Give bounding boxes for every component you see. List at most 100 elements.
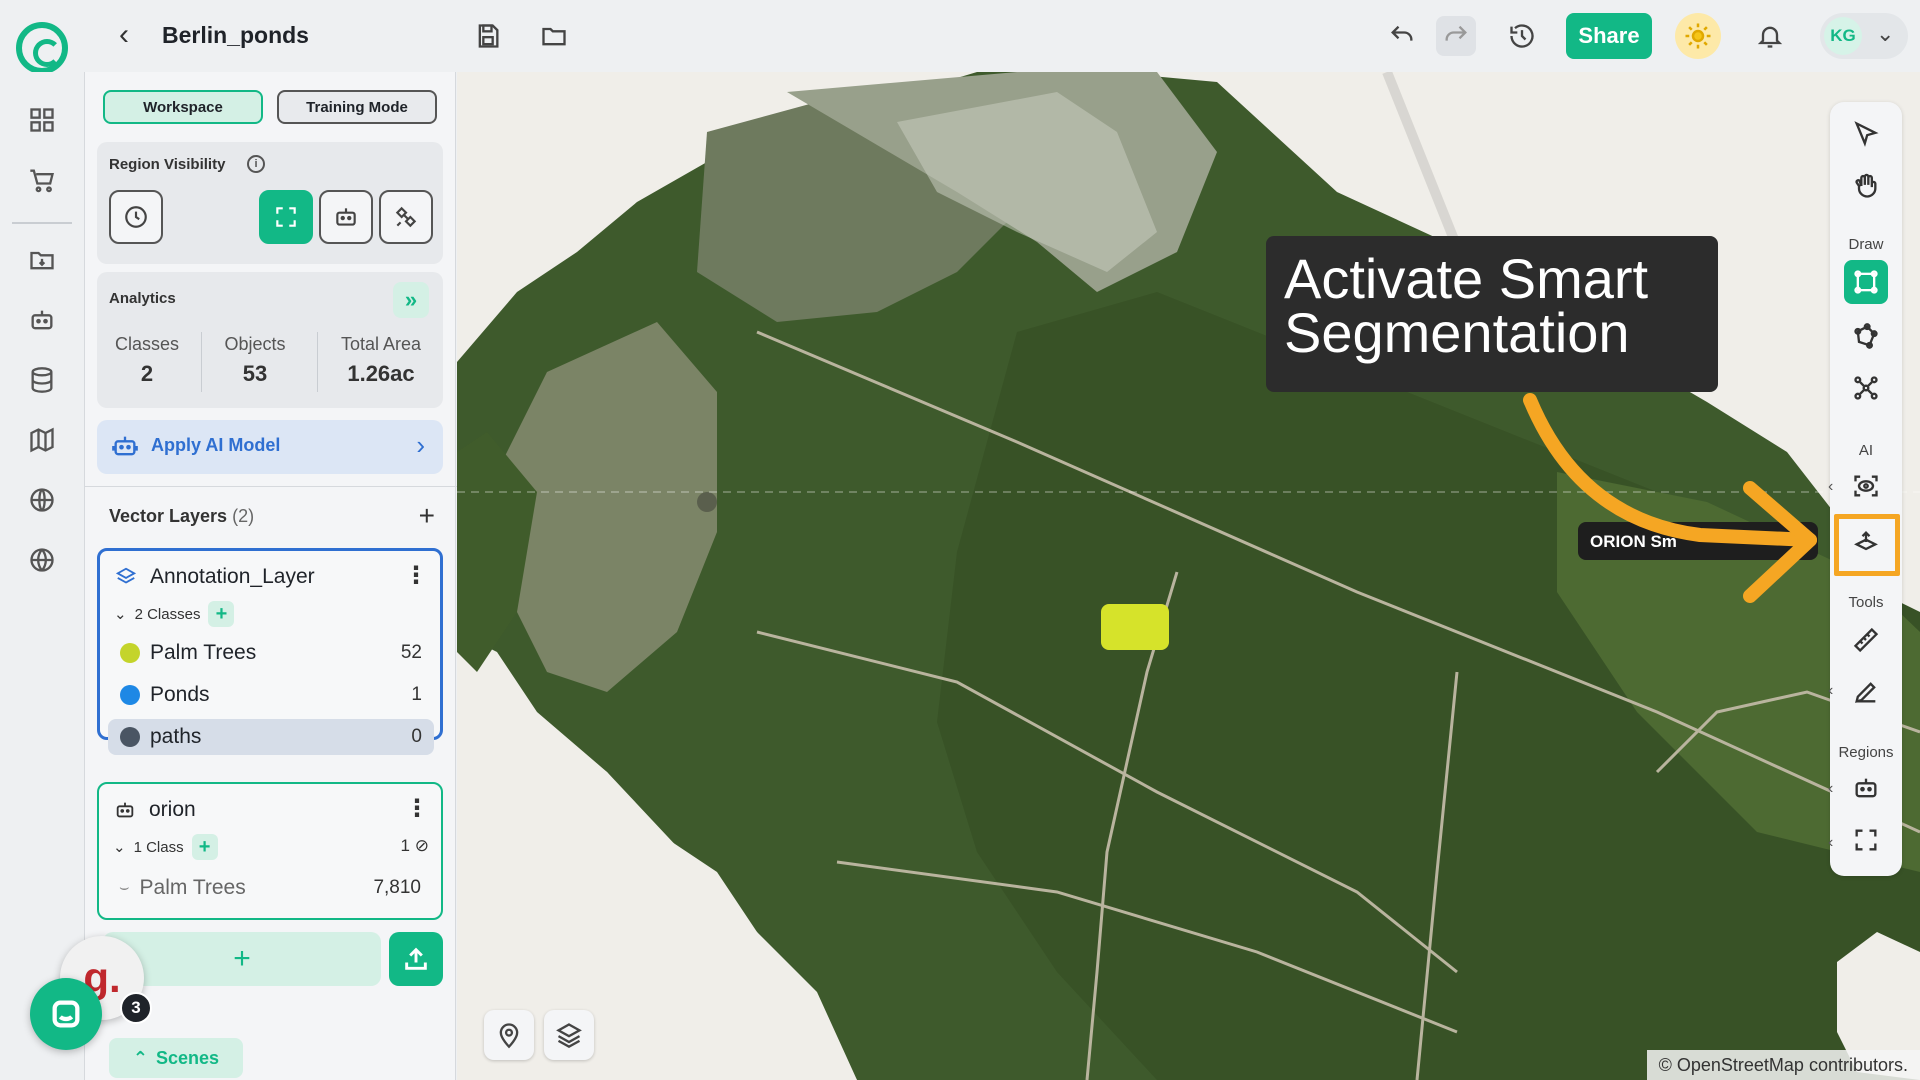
ai-region-button[interactable] xyxy=(319,190,373,244)
info-icon[interactable]: i xyxy=(247,155,265,173)
share-button[interactable]: Share xyxy=(1566,13,1652,59)
map-attribution: © OpenStreetMap contributors. xyxy=(1646,1050,1920,1080)
apply-ai-label: Apply AI Model xyxy=(151,435,281,455)
add-button[interactable]: + xyxy=(103,932,381,986)
app-logo[interactable] xyxy=(16,22,68,74)
layer-card-orion[interactable]: orion ⋮ ⌄ 1 Class + 1 ⊘ ⌣ Palm Trees 7,8… xyxy=(97,782,443,920)
cart-nav[interactable] xyxy=(22,160,62,200)
maps-nav[interactable] xyxy=(22,420,62,460)
location-button[interactable] xyxy=(484,1010,534,1060)
objects-value: 53 xyxy=(242,361,268,386)
classes-toggle[interactable]: ⌄ 1 Class + xyxy=(113,834,218,860)
stat-divider xyxy=(317,332,318,392)
region-visibility-card: Region Visibility i xyxy=(97,142,443,264)
rectangle-tool-button[interactable] xyxy=(1844,260,1888,304)
save-button[interactable] xyxy=(468,16,508,56)
redo-button[interactable] xyxy=(1436,16,1476,56)
history-button[interactable] xyxy=(1502,16,1542,56)
dashboard-nav[interactable] xyxy=(22,100,62,140)
hidden-count-value: 1 xyxy=(400,836,411,855)
classes-stat: Classes 2 xyxy=(107,334,187,387)
more-options-icon[interactable]: ⋮ xyxy=(404,561,428,590)
class-row[interactable]: Ponds 1 xyxy=(108,677,434,713)
class-count: 1 xyxy=(411,684,422,705)
add-layer-button[interactable]: + xyxy=(419,500,435,532)
chevron-left-icon[interactable]: ‹ xyxy=(1828,834,1833,852)
chevron-left-icon[interactable]: ‹ xyxy=(1828,682,1833,700)
back-button[interactable]: ‹ xyxy=(108,20,140,52)
globe-grid-icon xyxy=(30,488,54,512)
satellite-region-button[interactable] xyxy=(379,190,433,244)
class-name: Palm Trees xyxy=(150,641,257,664)
scan-eye-icon xyxy=(1854,475,1878,497)
regions-section-label: Regions xyxy=(1838,744,1894,761)
notifications-button[interactable] xyxy=(1750,16,1790,56)
pan-tool-button[interactable] xyxy=(1844,164,1888,208)
chevron-down-icon: ⌄ xyxy=(114,606,127,623)
map-canvas[interactable]: © OpenStreetMap contributors. xyxy=(457,72,1920,1080)
classes-toggle[interactable]: ⌄ 2 Classes + xyxy=(114,601,235,627)
models-nav[interactable] xyxy=(22,300,62,340)
save-icon xyxy=(478,24,499,48)
more-options-icon[interactable]: ⋮ xyxy=(405,794,429,823)
clock-icon xyxy=(125,206,147,228)
undo-button[interactable] xyxy=(1382,16,1422,56)
aerial-imagery xyxy=(457,72,1920,1080)
right-toolbar: Draw AI Tools Regions xyxy=(1830,102,1902,876)
section-divider xyxy=(85,486,457,487)
workspace-mode-button[interactable]: Workspace xyxy=(103,90,263,124)
project-title: Berlin_ponds xyxy=(162,22,309,48)
highlight-box xyxy=(1834,514,1900,576)
apply-ai-model-button[interactable]: Apply AI Model › xyxy=(97,420,443,474)
database-icon xyxy=(31,367,53,393)
add-class-button[interactable]: + xyxy=(191,834,218,860)
layers-panel: Workspace Training Mode Region Visibilit… xyxy=(84,72,457,1080)
area-value: 1.26ac xyxy=(347,361,415,386)
select-tool-button[interactable] xyxy=(1844,112,1888,156)
chat-launcher[interactable] xyxy=(30,978,102,1050)
chevron-left-icon[interactable]: ‹ xyxy=(1828,478,1833,496)
hidden-count[interactable]: 1 ⊘ xyxy=(401,836,429,856)
layer-card-annotation[interactable]: Annotation_Layer ⋮ ⌄ 2 Classes + Palm Tr… xyxy=(97,548,443,755)
history-region-button[interactable] xyxy=(109,190,163,244)
training-mode-button[interactable]: Training Mode xyxy=(277,90,437,124)
map-icon xyxy=(30,427,54,453)
polygon-tool-button[interactable] xyxy=(1844,314,1888,358)
tutorial-callout: Activate Smart Segmentation xyxy=(1266,236,1718,392)
measure-tool-button[interactable] xyxy=(1844,618,1888,662)
add-class-button[interactable]: + xyxy=(208,601,235,627)
full-extent-region-button[interactable] xyxy=(259,190,313,244)
class-row[interactable]: paths 0 xyxy=(108,719,434,755)
fullscreen-region-button[interactable] xyxy=(1844,818,1888,862)
vector-nodes-icon xyxy=(1854,376,1878,400)
bounding-box-icon xyxy=(1854,270,1878,294)
globe-icon xyxy=(30,548,54,572)
ai-detect-button[interactable] xyxy=(1844,464,1888,508)
scenes-button[interactable]: ⌃ Scenes xyxy=(109,1038,243,1078)
class-row[interactable]: ⌣ Palm Trees 7,810 xyxy=(107,870,433,906)
pen-tool-button[interactable] xyxy=(1844,670,1888,714)
analytics-expand-button[interactable]: » xyxy=(393,282,429,318)
objects-label: Objects xyxy=(224,334,286,354)
open-folder-button[interactable] xyxy=(534,16,574,56)
class-row[interactable]: Palm Trees 52 xyxy=(108,635,434,671)
history-icon xyxy=(1510,24,1534,48)
upload-button[interactable] xyxy=(389,932,443,986)
satellite-icon xyxy=(395,206,417,228)
world-nav[interactable] xyxy=(22,540,62,580)
ai-section-label: AI xyxy=(1858,442,1874,459)
vector-layers-header: Vector Layers (2) xyxy=(109,506,254,527)
top-bar: ‹ Berlin_ponds Share KG ⌄ xyxy=(0,0,1920,74)
classes-count-label: 2 Classes xyxy=(134,605,201,623)
tree-icon: ⌣ xyxy=(119,879,130,896)
chevron-left-icon[interactable]: ‹ xyxy=(1828,780,1833,798)
ai-region-tool-button[interactable] xyxy=(1844,766,1888,810)
data-nav[interactable] xyxy=(22,360,62,400)
theme-toggle-button[interactable] xyxy=(1675,13,1721,59)
user-menu[interactable]: KG ⌄ xyxy=(1820,13,1908,59)
layers-button[interactable] xyxy=(544,1010,594,1060)
vertex-tool-button[interactable] xyxy=(1844,366,1888,410)
explore-nav[interactable] xyxy=(22,480,62,520)
projects-nav[interactable] xyxy=(22,240,62,280)
pen-icon xyxy=(1855,682,1876,703)
